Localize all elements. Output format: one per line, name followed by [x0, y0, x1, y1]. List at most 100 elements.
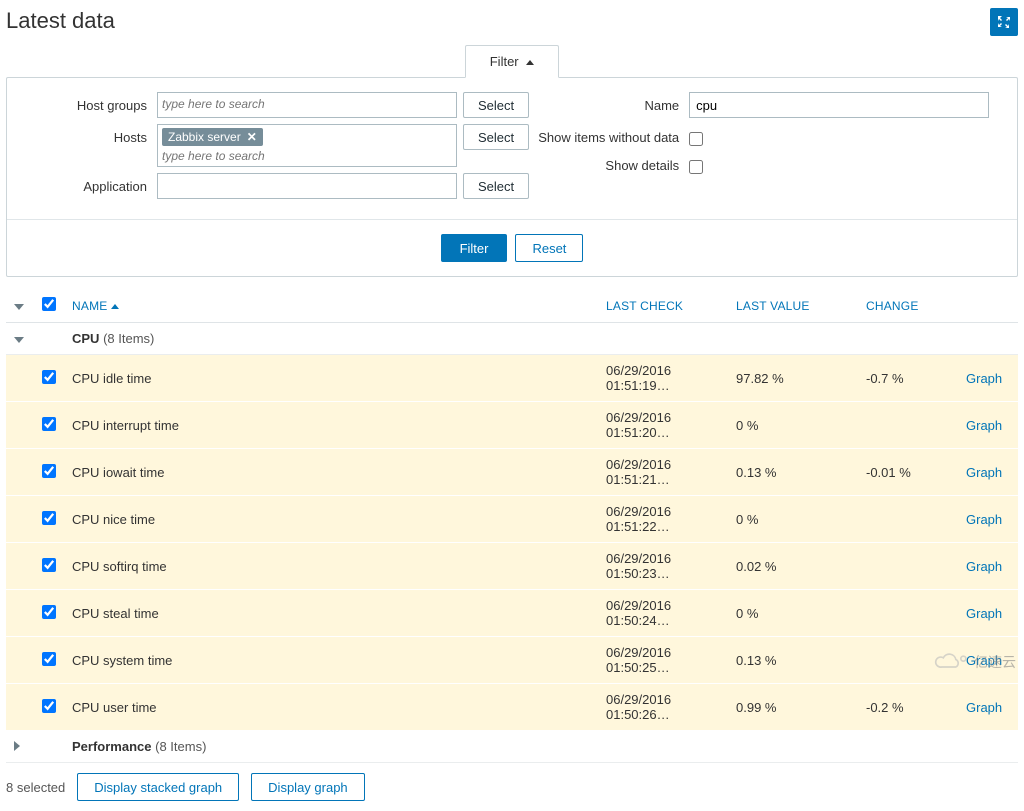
item-last-check: 06/29/2016 01:51:20…: [598, 402, 728, 449]
fullscreen-button[interactable]: [990, 8, 1018, 36]
filter-tab-label: Filter: [490, 54, 519, 69]
cloud-icon: [930, 651, 970, 673]
display-graph-button[interactable]: Display graph: [251, 773, 365, 801]
hosts-input[interactable]: Zabbix server ✕: [157, 124, 457, 167]
item-checkbox[interactable]: [42, 464, 56, 478]
item-row: CPU nice time06/29/2016 01:51:22…0 % Grap…: [6, 496, 1018, 543]
remove-tag-icon[interactable]: ✕: [247, 130, 257, 144]
item-name: CPU system time: [64, 637, 598, 684]
filter-panel: Host groups Select Hosts Zabbix server ✕: [6, 77, 1018, 277]
item-row: CPU user time06/29/2016 01:50:26…0.99 %-…: [6, 684, 1018, 731]
graph-link[interactable]: Graph: [966, 700, 1002, 715]
host-groups-label: Host groups: [47, 92, 157, 113]
item-name: CPU steal time: [64, 590, 598, 637]
item-row: CPU softirq time06/29/2016 01:50:23…0.02…: [6, 543, 1018, 590]
hosts-label: Hosts: [47, 124, 157, 145]
group-row[interactable]: CPU (8 Items): [6, 323, 1018, 355]
item-change: -0.2 %: [858, 684, 958, 731]
watermark: 亿速云: [930, 651, 1016, 673]
collapse-icon: [526, 60, 534, 65]
graph-link[interactable]: Graph: [966, 371, 1002, 386]
name-input[interactable]: [689, 92, 989, 118]
show-no-data-label: Show items without data: [529, 124, 689, 145]
item-last-check: 06/29/2016 01:50:25…: [598, 637, 728, 684]
item-checkbox[interactable]: [42, 511, 56, 525]
item-name: CPU user time: [64, 684, 598, 731]
host-groups-select-button[interactable]: Select: [463, 92, 529, 118]
item-last-value: 0.02 %: [728, 543, 858, 590]
header-last-value[interactable]: LAST VALUE: [728, 289, 858, 323]
item-last-check: 06/29/2016 01:51:22…: [598, 496, 728, 543]
hosts-search[interactable]: [162, 149, 452, 163]
group-name: CPU: [72, 331, 99, 346]
item-row: CPU idle time06/29/2016 01:51:19…97.82 %…: [6, 355, 1018, 402]
graph-link[interactable]: Graph: [966, 606, 1002, 621]
item-last-value: 0.13 %: [728, 449, 858, 496]
item-last-value: 0.13 %: [728, 637, 858, 684]
item-change: [858, 543, 958, 590]
item-name: CPU iowait time: [64, 449, 598, 496]
item-change: -0.7 %: [858, 355, 958, 402]
item-name: CPU nice time: [64, 496, 598, 543]
display-stacked-graph-button[interactable]: Display stacked graph: [77, 773, 239, 801]
sort-asc-icon: [111, 304, 119, 309]
item-name: CPU interrupt time: [64, 402, 598, 449]
item-last-check: 06/29/2016 01:51:21…: [598, 449, 728, 496]
show-no-data-checkbox[interactable]: [689, 132, 703, 146]
item-checkbox[interactable]: [42, 417, 56, 431]
item-last-check: 06/29/2016 01:51:19…: [598, 355, 728, 402]
item-name: CPU softirq time: [64, 543, 598, 590]
group-toggle-icon[interactable]: [14, 741, 20, 751]
host-tag[interactable]: Zabbix server ✕: [162, 128, 263, 146]
item-last-value: 0 %: [728, 496, 858, 543]
application-label: Application: [47, 173, 157, 194]
filter-tab[interactable]: Filter: [465, 45, 560, 78]
item-last-check: 06/29/2016 01:50:23…: [598, 543, 728, 590]
header-change[interactable]: CHANGE: [858, 289, 958, 323]
show-details-label: Show details: [529, 152, 689, 173]
item-last-value: 0.99 %: [728, 684, 858, 731]
group-row[interactable]: Performance (8 Items): [6, 731, 1018, 763]
expand-icon: [996, 14, 1012, 30]
item-change: -0.01 %: [858, 449, 958, 496]
item-checkbox[interactable]: [42, 370, 56, 384]
group-count: (8 Items): [155, 739, 206, 754]
item-row: CPU system time06/29/2016 01:50:25…0.13 …: [6, 637, 1018, 684]
header-name[interactable]: NAME: [64, 289, 598, 323]
item-last-check: 06/29/2016 01:50:26…: [598, 684, 728, 731]
item-row: CPU steal time06/29/2016 01:50:24…0 %Gra…: [6, 590, 1018, 637]
group-count: (8 Items): [103, 331, 154, 346]
group-name: Performance: [72, 739, 151, 754]
select-all-checkbox[interactable]: [42, 297, 56, 311]
item-checkbox[interactable]: [42, 605, 56, 619]
graph-link[interactable]: Graph: [966, 512, 1002, 527]
name-label: Name: [529, 92, 689, 113]
page-title: Latest data: [6, 8, 115, 34]
item-last-value: 97.82 %: [728, 355, 858, 402]
application-select-button[interactable]: Select: [463, 173, 529, 199]
item-name: CPU idle time: [64, 355, 598, 402]
host-groups-search[interactable]: [162, 97, 452, 111]
item-row: CPU iowait time06/29/2016 01:51:21…0.13 …: [6, 449, 1018, 496]
hosts-select-button[interactable]: Select: [463, 124, 529, 150]
header-name-label: NAME: [72, 299, 107, 313]
data-table: NAME LAST CHECK LAST VALUE CHANGE CPU (8…: [6, 289, 1018, 763]
host-groups-input[interactable]: [157, 92, 457, 118]
item-change: [858, 496, 958, 543]
item-checkbox[interactable]: [42, 699, 56, 713]
item-last-check: 06/29/2016 01:50:24…: [598, 590, 728, 637]
expand-all-toggle[interactable]: [14, 304, 24, 310]
graph-link[interactable]: Graph: [966, 559, 1002, 574]
host-tag-label: Zabbix server: [168, 130, 241, 144]
reset-button[interactable]: Reset: [515, 234, 583, 262]
show-details-checkbox[interactable]: [689, 160, 703, 174]
graph-link[interactable]: Graph: [966, 465, 1002, 480]
header-last-check[interactable]: LAST CHECK: [598, 289, 728, 323]
application-input[interactable]: [157, 173, 457, 199]
item-checkbox[interactable]: [42, 652, 56, 666]
filter-button[interactable]: Filter: [441, 234, 508, 262]
item-checkbox[interactable]: [42, 558, 56, 572]
graph-link[interactable]: Graph: [966, 418, 1002, 433]
group-toggle-icon[interactable]: [14, 337, 24, 343]
item-row: CPU interrupt time06/29/2016 01:51:20…0 …: [6, 402, 1018, 449]
